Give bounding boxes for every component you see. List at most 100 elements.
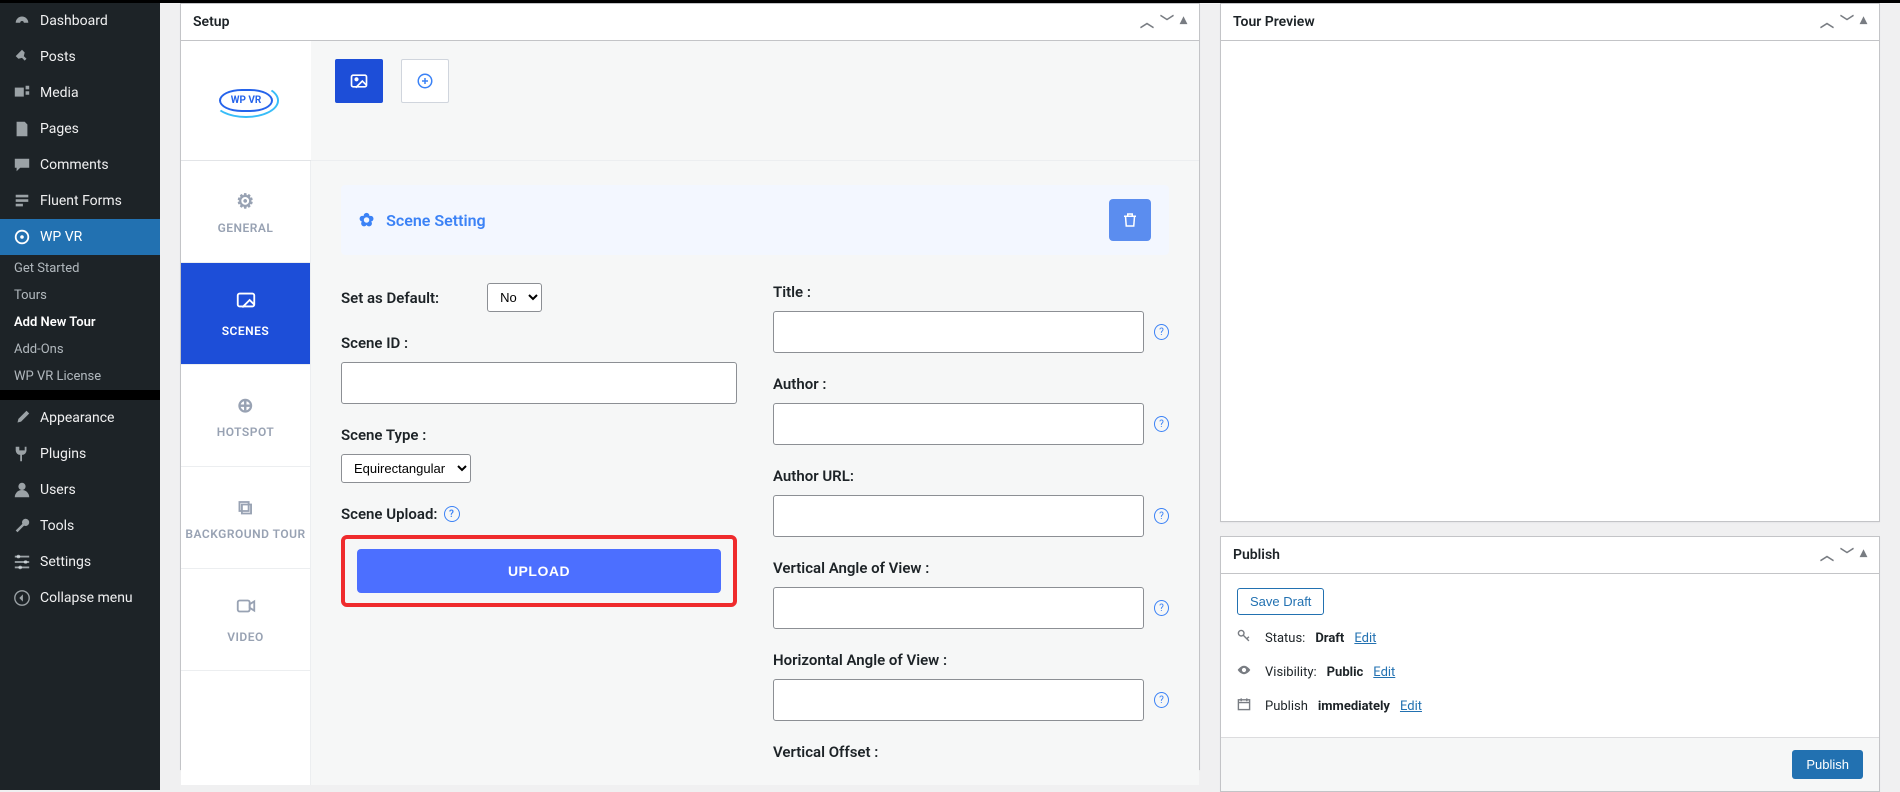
sidebar-sub-addons[interactable]: Add-Ons [0, 336, 160, 363]
voffset-label: Vertical Offset : [773, 743, 878, 761]
sidebar-sub-add-new-tour[interactable]: Add New Tour [0, 309, 160, 336]
user-icon [12, 480, 32, 500]
info-icon[interactable]: ? [1154, 600, 1169, 616]
sidebar-item-label: Posts [40, 49, 76, 65]
target-icon: ⊕ [237, 393, 254, 417]
tab-scenes[interactable]: SCENES [181, 263, 310, 365]
sidebar-sub-get-started[interactable]: Get Started [0, 255, 160, 282]
publish-when-value: immediately [1318, 699, 1390, 714]
pin-icon [12, 47, 32, 67]
panel-title: Publish [1233, 547, 1280, 563]
edit-status-link[interactable]: Edit [1354, 631, 1376, 646]
video-icon [235, 595, 257, 622]
collapse-icon [12, 588, 32, 608]
title-input[interactable] [773, 311, 1144, 353]
gear-icon: ✿ [359, 210, 374, 231]
info-icon[interactable]: ? [1154, 324, 1169, 340]
brush-icon [12, 408, 32, 428]
tab-hotspot[interactable]: ⊕ HOTSPOT [181, 365, 310, 467]
chevron-up-icon[interactable]: ︿ [1820, 12, 1834, 32]
sidebar-item-tools[interactable]: Tools [0, 508, 160, 544]
tab-label: SCENES [222, 324, 270, 338]
settings-icon [12, 552, 32, 572]
author-url-input[interactable] [773, 495, 1144, 537]
tab-label: GENERAL [218, 221, 274, 235]
caret-up-icon[interactable]: ▴ [1860, 545, 1867, 565]
vangle-input[interactable] [773, 587, 1144, 629]
default-select[interactable]: No [487, 283, 542, 312]
wpvr-logo: WP VR [181, 41, 311, 161]
upload-button[interactable]: UPLOAD [357, 549, 721, 593]
author-input[interactable] [773, 403, 1144, 445]
default-label: Set as Default: [341, 289, 439, 307]
author-url-label: Author URL: [773, 467, 854, 485]
tab-label: HOTSPOT [217, 425, 275, 439]
scene-id-label: Scene ID : [341, 334, 408, 352]
status-label: Status: [1265, 631, 1305, 646]
sidebar-sub-tours[interactable]: Tours [0, 282, 160, 309]
scene-type-select[interactable]: Equirectangular [341, 454, 471, 483]
save-draft-button[interactable]: Save Draft [1237, 588, 1324, 615]
info-icon[interactable]: ? [1154, 692, 1169, 708]
caret-up-icon[interactable]: ▴ [1180, 12, 1187, 32]
sidebar-item-pages[interactable]: Pages [0, 111, 160, 147]
pages-icon [12, 119, 32, 139]
chevron-down-icon[interactable]: ﹀ [1160, 12, 1174, 32]
sidebar-item-label: Media [40, 85, 79, 101]
tab-label: BACKGROUND TOUR [185, 527, 305, 541]
sidebar-item-fluent-forms[interactable]: Fluent Forms [0, 183, 160, 219]
chevron-up-icon[interactable]: ︿ [1820, 545, 1834, 565]
sidebar-item-users[interactable]: Users [0, 472, 160, 508]
image-icon [235, 289, 257, 316]
visibility-value: Public [1327, 665, 1364, 680]
sidebar-item-wpvr[interactable]: WP VR [0, 219, 160, 255]
sidebar-sub-license[interactable]: WP VR License [0, 363, 160, 390]
chevron-down-icon[interactable]: ﹀ [1840, 545, 1854, 565]
sidebar-item-posts[interactable]: Posts [0, 39, 160, 75]
tab-background-tour[interactable]: ⧉ BACKGROUND TOUR [181, 467, 310, 569]
info-icon[interactable]: ? [444, 506, 460, 522]
sidebar-item-dashboard[interactable]: Dashboard [0, 3, 160, 39]
sidebar-item-label: Pages [40, 121, 79, 137]
vr-icon [12, 227, 32, 247]
devices-icon: ⧉ [238, 495, 253, 519]
sidebar-item-label: Appearance [40, 410, 114, 426]
panel-title: Tour Preview [1233, 14, 1315, 30]
admin-sidebar: Dashboard Posts Media Pages Comments Flu… [0, 3, 160, 790]
sidebar-item-appearance[interactable]: Appearance [0, 400, 160, 436]
sidebar-item-media[interactable]: Media [0, 75, 160, 111]
scene-setting-header: ✿ Scene Setting [341, 185, 1169, 255]
info-icon[interactable]: ? [1154, 416, 1169, 432]
eye-icon [1237, 663, 1255, 681]
comment-icon [12, 155, 32, 175]
tab-general[interactable]: ⚙GENERAL [181, 161, 310, 263]
scene-tab-button[interactable] [335, 59, 383, 103]
sidebar-item-collapse[interactable]: Collapse menu [0, 580, 160, 616]
scene-setting-label: Scene Setting [386, 211, 486, 230]
tab-video[interactable]: VIDEO [181, 569, 310, 671]
add-tab-button[interactable] [401, 59, 449, 103]
hangle-input[interactable] [773, 679, 1144, 721]
vangle-label: Vertical Angle of View : [773, 559, 929, 577]
edit-visibility-link[interactable]: Edit [1373, 665, 1395, 680]
sidebar-item-comments[interactable]: Comments [0, 147, 160, 183]
hangle-label: Horizontal Angle of View : [773, 651, 947, 669]
form-icon [12, 191, 32, 211]
dashboard-icon [12, 11, 32, 31]
info-icon[interactable]: ? [1154, 508, 1169, 524]
sidebar-item-label: Fluent Forms [40, 193, 122, 209]
sidebar-item-label: Settings [40, 554, 91, 570]
sidebar-item-plugins[interactable]: Plugins [0, 436, 160, 472]
status-value: Draft [1315, 631, 1344, 646]
sidebar-item-settings[interactable]: Settings [0, 544, 160, 580]
chevron-up-icon[interactable]: ︿ [1140, 12, 1154, 32]
tab-label: VIDEO [227, 630, 264, 644]
publish-button[interactable]: Publish [1792, 750, 1863, 779]
chevron-down-icon[interactable]: ﹀ [1840, 12, 1854, 32]
scene-id-input[interactable] [341, 362, 737, 404]
edit-publish-link[interactable]: Edit [1400, 699, 1422, 714]
delete-scene-button[interactable] [1109, 199, 1151, 241]
media-icon [12, 83, 32, 103]
sidebar-item-label: Tools [40, 518, 74, 534]
caret-up-icon[interactable]: ▴ [1860, 12, 1867, 32]
